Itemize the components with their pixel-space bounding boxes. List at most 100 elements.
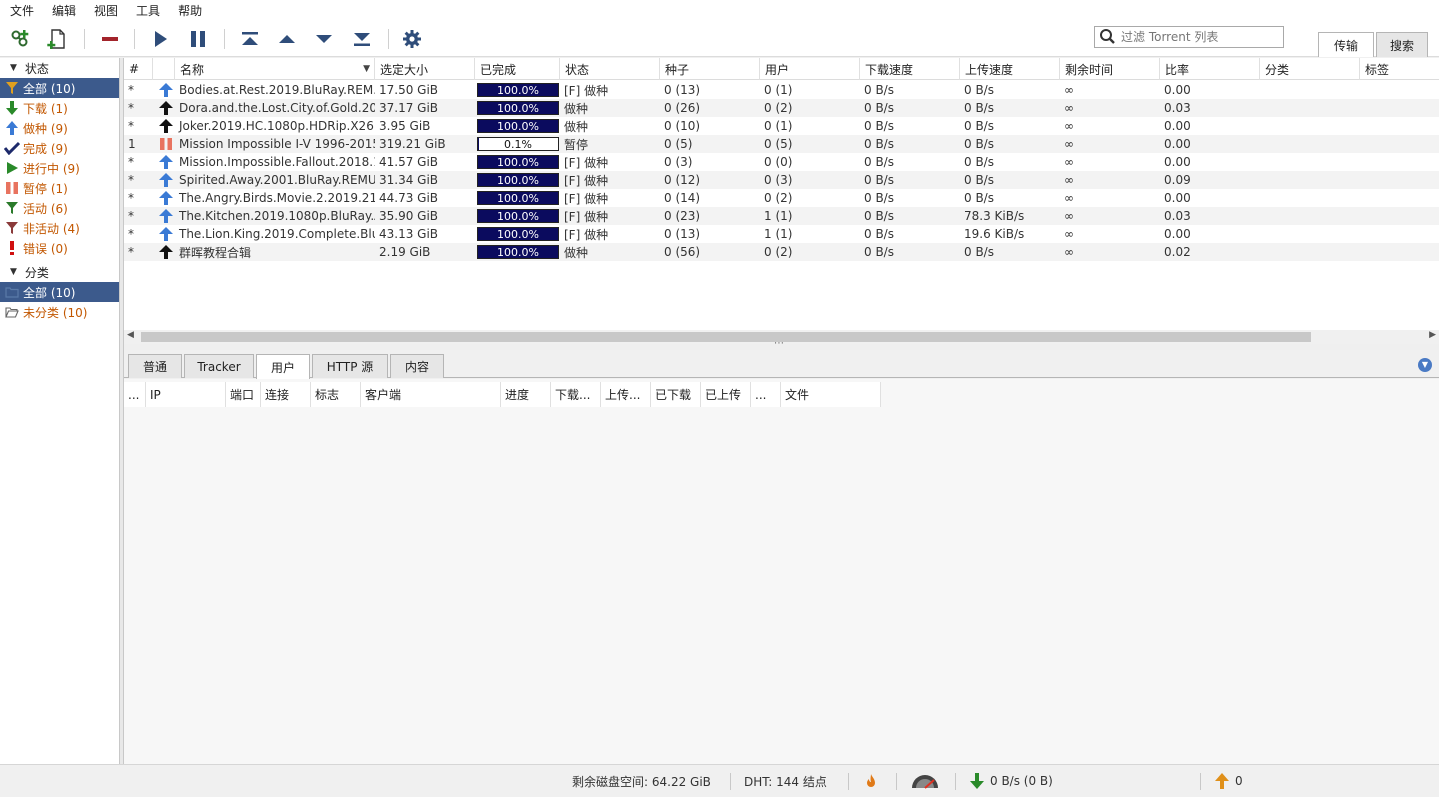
sidebar-item-downloading[interactable]: 下载 (1) [0, 98, 119, 118]
cell-name: The.Lion.King.2019.Complete.Blur... [175, 225, 375, 243]
peer-col-progress[interactable]: 进度 [501, 382, 551, 407]
filter-input[interactable] [1119, 28, 1279, 46]
tab-trackers[interactable]: Tracker [184, 354, 254, 378]
peer-col-uploaded[interactable]: 已上传 [701, 382, 751, 407]
cell-ratio: 0.03 [1160, 99, 1260, 117]
collapse-panel-button[interactable]: ▼ [1418, 358, 1432, 372]
menu-help[interactable]: 帮助 [172, 2, 208, 19]
cell-status: [F] 做种 [560, 153, 660, 171]
category-section-header[interactable]: ▼ 分类 [0, 262, 119, 282]
col-header-num[interactable]: # [124, 58, 153, 80]
cell-ratio: 0.00 [1160, 81, 1260, 99]
speed-limit-button[interactable] [910, 765, 940, 797]
tab-content[interactable]: 内容 [390, 354, 444, 378]
cell-up-speed: 0 B/s [960, 171, 1060, 189]
cell-eta: ∞ [1060, 207, 1160, 225]
status-section-header[interactable]: ▼ 状态 [0, 58, 119, 78]
sidebar-item-inactive[interactable]: 非活动 (4) [0, 218, 119, 238]
peer-col-up-speed[interactable]: 上传... [601, 382, 651, 407]
resume-button[interactable] [146, 25, 174, 53]
col-header-tags[interactable]: 标签 [1360, 58, 1439, 80]
sidebar-item-paused[interactable]: 暂停 (1) [0, 178, 119, 198]
peer-col-client[interactable]: 客户端 [361, 382, 501, 407]
col-header-size[interactable]: 选定大小 [375, 58, 475, 80]
peer-col-files[interactable]: 文件 [781, 382, 881, 407]
col-header-icon[interactable] [153, 58, 175, 80]
peer-col-down-speed[interactable]: 下载... [551, 382, 601, 407]
col-header-seeds[interactable]: 种子 [660, 58, 760, 80]
pause-icon [4, 180, 20, 196]
peer-col-port[interactable]: 端口 [226, 382, 261, 407]
sidebar-item-completed[interactable]: 完成 (9) [0, 138, 119, 158]
move-top-button[interactable] [236, 25, 264, 53]
move-down-button[interactable] [310, 25, 338, 53]
error-icon [4, 240, 20, 256]
progress-text: 100.0% [478, 156, 558, 168]
sidebar-item-seeding[interactable]: 做种 (9) [0, 118, 119, 138]
status-separator [955, 773, 956, 790]
col-header-progress[interactable]: 已完成 [475, 58, 560, 80]
pause-button[interactable] [184, 25, 212, 53]
col-header-status[interactable]: 状态 [560, 58, 660, 80]
sidebar-item-errored[interactable]: 错误 (0) [0, 238, 119, 258]
col-header-up-speed[interactable]: 上传速度 [960, 58, 1060, 80]
col-header-ratio[interactable]: 比率 [1160, 58, 1260, 80]
torrent-row[interactable]: *Joker.2019.HC.1080p.HDRip.X26...3.95 Gi… [124, 117, 1439, 135]
peer-col-downloaded[interactable]: 已下载 [651, 382, 701, 407]
torrent-row[interactable]: 1Mission Impossible I-V 1996-2015...319.… [124, 135, 1439, 153]
peer-col-ip[interactable]: IP [146, 382, 226, 407]
menu-file[interactable]: 文件 [4, 2, 40, 19]
move-up-button[interactable] [273, 25, 301, 53]
move-bottom-button[interactable] [348, 25, 376, 53]
toolbar-separator [84, 29, 85, 49]
sidebar-item-category-all[interactable]: 全部 (10) [0, 282, 119, 302]
cell-status: [F] 做种 [560, 189, 660, 207]
torrent-row[interactable]: *Dora.and.the.Lost.City.of.Gold.201...37… [124, 99, 1439, 117]
menu-bar: 文件 编辑 视图 工具 帮助 [0, 0, 1439, 21]
torrent-row[interactable]: *Mission.Impossible.Fallout.2018.1...41.… [124, 153, 1439, 171]
connection-status-button[interactable] [864, 765, 878, 797]
sidebar-item-uncategorized[interactable]: 未分类 (10) [0, 302, 119, 322]
sidebar-item-running[interactable]: 进行中 (9) [0, 158, 119, 178]
sidebar-item-active[interactable]: 活动 (6) [0, 198, 119, 218]
torrent-row[interactable]: *群晖教程合辑2.19 GiB100.0%做种0 (56)0 (2)0 B/s0… [124, 243, 1439, 261]
cell-eta: ∞ [1060, 225, 1160, 243]
col-header-name[interactable]: 名称 ▼ [175, 58, 375, 80]
global-download-speed[interactable]: 0 B/s (0 B) [970, 765, 1053, 797]
menu-view[interactable]: 视图 [88, 2, 124, 19]
add-torrent-file-button[interactable] [44, 25, 72, 53]
scroll-left-icon[interactable]: ◀ [127, 330, 134, 340]
col-header-eta[interactable]: 剩余时间 [1060, 58, 1160, 80]
peer-col-flag-more[interactable]: ... [124, 382, 146, 407]
col-header-down-speed[interactable]: 下载速度 [860, 58, 960, 80]
seeding-icon [159, 119, 173, 133]
torrent-row[interactable]: *The.Angry.Birds.Movie.2.2019.216...44.7… [124, 189, 1439, 207]
peer-col-connection[interactable]: 连接 [261, 382, 311, 407]
tab-peers[interactable]: 用户 [256, 354, 310, 379]
sidebar-item-all[interactable]: 全部 (10) [0, 78, 119, 98]
torrent-row[interactable]: *Bodies.at.Rest.2019.BluRay.REM...17.50 … [124, 81, 1439, 99]
status-header-label: 状态 [25, 60, 49, 77]
peers-panel: ... IP 端口 连接 标志 客户端 进度 下载... 上传... 已下载 已… [124, 379, 1439, 764]
torrent-row[interactable]: *The.Kitchen.2019.1080p.BluRay.A...35.90… [124, 207, 1439, 225]
remove-torrent-button[interactable] [96, 25, 124, 53]
tab-http-sources[interactable]: HTTP 源 [312, 354, 388, 378]
torrent-row[interactable]: *Spirited.Away.2001.BluRay.REMU...31.34 … [124, 171, 1439, 189]
col-header-category[interactable]: 分类 [1260, 58, 1360, 80]
peer-col-flags[interactable]: 标志 [311, 382, 361, 407]
tab-search[interactable]: 搜索 [1376, 32, 1428, 57]
menu-edit[interactable]: 编辑 [46, 2, 82, 19]
torrent-row[interactable]: *The.Lion.King.2019.Complete.Blur...43.1… [124, 225, 1439, 243]
global-upload-speed[interactable]: 0 [1215, 765, 1243, 797]
scrollbar-thumb[interactable] [141, 332, 1311, 342]
options-button[interactable] [398, 25, 426, 53]
add-torrent-link-button[interactable] [6, 25, 34, 53]
col-header-peers[interactable]: 用户 [760, 58, 860, 80]
scroll-right-icon[interactable]: ▶ [1429, 330, 1436, 340]
menu-tools[interactable]: 工具 [130, 2, 166, 19]
tab-transfers[interactable]: 传输 [1318, 32, 1374, 57]
tab-general[interactable]: 普通 [128, 354, 182, 378]
filter-search-box[interactable] [1094, 26, 1284, 48]
sidebar-item-label: 全部 (10) [23, 284, 75, 301]
peer-col-more[interactable]: ... [751, 382, 781, 407]
